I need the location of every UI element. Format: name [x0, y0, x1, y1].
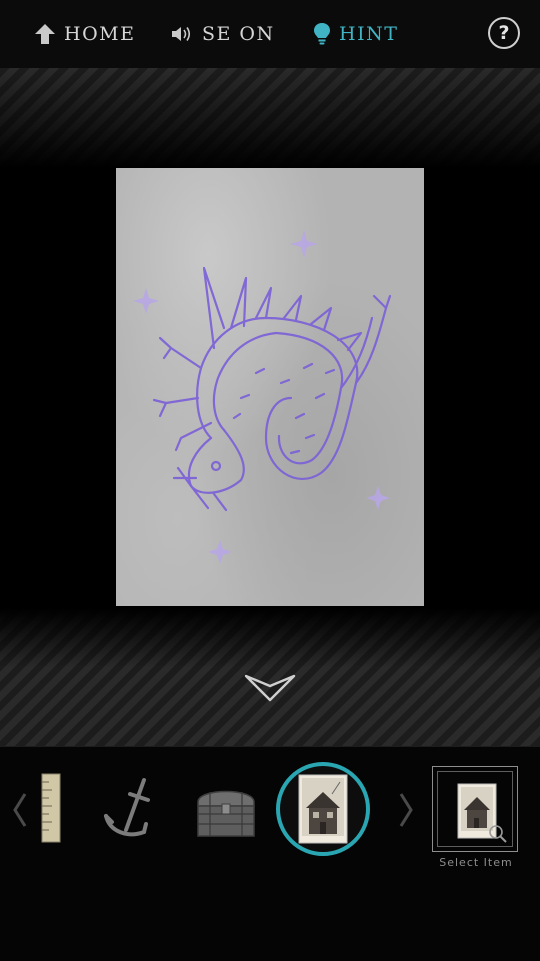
- selected-house-photo-icon: [457, 783, 507, 843]
- top-bar: HOME SE ON HINT ?: [0, 0, 540, 68]
- chevron-down-icon: [244, 674, 296, 702]
- ruler-icon: [41, 773, 61, 843]
- select-item-frame: [437, 771, 513, 847]
- inventory-item-treasure-chest[interactable]: [194, 780, 258, 844]
- home-button[interactable]: HOME: [34, 0, 135, 68]
- select-item-box[interactable]: [432, 766, 518, 852]
- home-label: HOME: [64, 23, 136, 45]
- hint-button[interactable]: HINT: [313, 0, 398, 68]
- inventory-next-button[interactable]: [398, 790, 414, 830]
- inventory-prev-button[interactable]: [12, 790, 28, 830]
- anchor-icon: [104, 778, 150, 837]
- lightbulb-icon: [313, 22, 331, 46]
- speaker-icon: [170, 24, 194, 44]
- select-item-label: Select Item: [439, 856, 513, 869]
- stage-fade-top: [0, 68, 540, 168]
- chevron-right-icon: [399, 793, 413, 827]
- help-button[interactable]: ?: [488, 17, 520, 49]
- house-photo-icon: [298, 774, 348, 844]
- up-arrow-icon: [34, 23, 56, 45]
- treasure-chest-icon: [197, 790, 255, 837]
- hint-label: HINT: [339, 23, 399, 45]
- inventory-item-ruler[interactable]: [38, 772, 64, 848]
- stage-fade-bottom: [0, 608, 540, 668]
- sound-label: SE ON: [202, 23, 275, 45]
- inventory-item-house-photo[interactable]: [276, 762, 370, 856]
- chevron-left-icon: [13, 793, 27, 827]
- inventory-item-anchor[interactable]: [100, 776, 158, 844]
- dragon-drawing-icon: [133, 230, 392, 564]
- dragon-drawing-paper[interactable]: [116, 168, 424, 606]
- sound-toggle-button[interactable]: SE ON: [170, 0, 275, 68]
- collapse-view-button[interactable]: [243, 672, 297, 704]
- question-mark-icon: ?: [498, 22, 510, 44]
